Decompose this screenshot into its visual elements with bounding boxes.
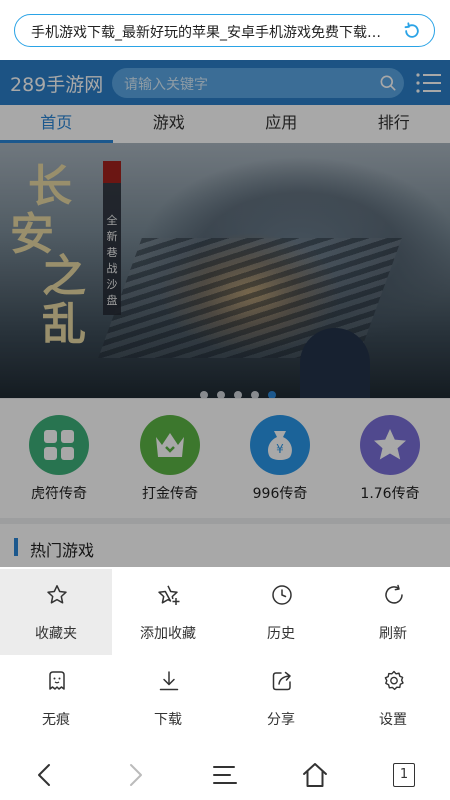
ghost-icon xyxy=(49,671,65,690)
menu-item-label: 添加收藏 xyxy=(140,626,196,642)
reload-icon[interactable] xyxy=(402,21,422,41)
menu-incognito[interactable]: 无痕 xyxy=(0,655,112,741)
menu-share[interactable]: 分享 xyxy=(225,655,337,741)
menu-download[interactable]: 下载 xyxy=(112,655,224,741)
menu-item-label: 收藏夹 xyxy=(35,626,77,642)
browser-menu-sheet: 收藏夹 添加收藏 历史 刷新 无痕 下载 分享 设置 1 xyxy=(0,567,450,800)
menu-history[interactable]: 历史 xyxy=(225,569,337,655)
menu-grid: 收藏夹 添加收藏 历史 刷新 无痕 下载 分享 设置 xyxy=(0,567,450,739)
address-bar[interactable]: 手机游戏下载_最新好玩的苹果_安卓手机游戏免费下载网... xyxy=(14,14,435,47)
address-bar-text[interactable]: 手机游戏下载_最新好玩的苹果_安卓手机游戏免费下载网... xyxy=(31,22,391,42)
menu-item-label: 历史 xyxy=(267,626,295,642)
gear-icon xyxy=(384,670,404,691)
menu-item-label: 刷新 xyxy=(379,626,407,642)
address-bar-area: 手机游戏下载_最新好玩的苹果_安卓手机游戏免费下载网... xyxy=(0,0,450,60)
menu-item-label: 设置 xyxy=(379,712,407,728)
back-icon[interactable] xyxy=(30,760,60,790)
clock-icon xyxy=(272,585,292,605)
share-icon xyxy=(272,671,291,691)
menu-favorites[interactable]: 收藏夹 xyxy=(0,569,112,655)
forward-icon[interactable] xyxy=(120,760,150,790)
tab-count: 1 xyxy=(393,763,415,787)
overlay-scrim[interactable] xyxy=(0,60,450,570)
menu-add-favorite[interactable]: 添加收藏 xyxy=(112,569,224,655)
menu-item-label: 下载 xyxy=(154,712,182,728)
star-outline-icon xyxy=(47,585,67,604)
star-plus-icon xyxy=(158,585,180,605)
refresh-icon xyxy=(385,584,403,604)
menu-refresh[interactable]: 刷新 xyxy=(337,569,449,655)
menu-item-label: 无痕 xyxy=(42,712,70,728)
download-icon xyxy=(159,671,179,691)
menu-icon[interactable] xyxy=(210,760,240,790)
browser-bottom-bar: 1 xyxy=(0,752,450,800)
tab-switcher-button[interactable]: 1 xyxy=(390,760,420,790)
menu-item-label: 分享 xyxy=(267,712,295,728)
home-icon[interactable] xyxy=(300,760,330,790)
menu-settings[interactable]: 设置 xyxy=(337,655,449,741)
